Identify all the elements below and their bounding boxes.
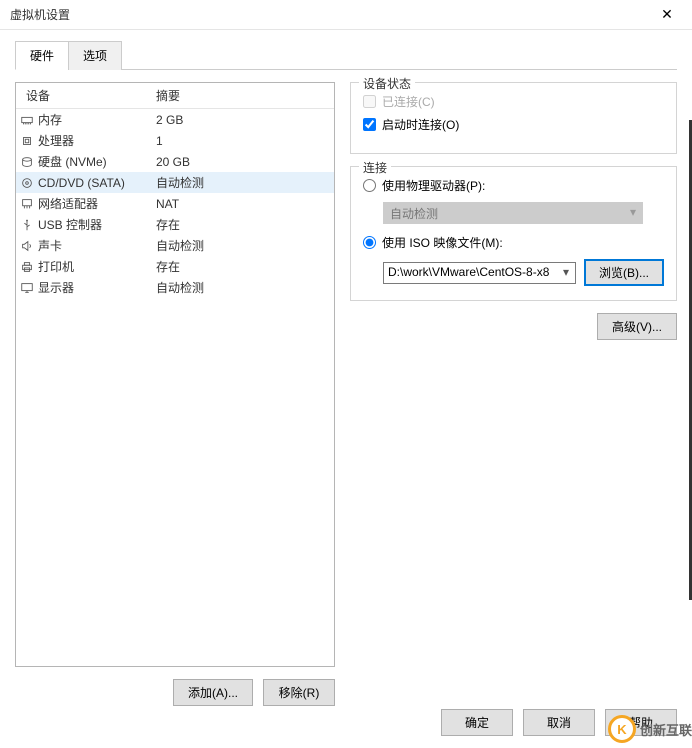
close-icon[interactable]: ✕ bbox=[652, 0, 682, 30]
list-label: 声卡 bbox=[38, 237, 156, 254]
disk-icon bbox=[16, 155, 38, 169]
connection-group: 连接 使用物理驱动器(P): 自动检测 使用 ISO 映像文件(M): D:\w… bbox=[350, 166, 677, 301]
list-item-cd[interactable]: CD/DVD (SATA) 自动检测 bbox=[16, 172, 334, 193]
iso-label: 使用 ISO 映像文件(M): bbox=[382, 234, 503, 251]
list-summary: 2 GB bbox=[156, 113, 334, 127]
list-summary: 1 bbox=[156, 134, 334, 148]
connection-legend: 连接 bbox=[359, 159, 391, 176]
list-summary: 自动检测 bbox=[156, 279, 334, 296]
watermark-icon: K bbox=[608, 715, 636, 743]
list-item-sound[interactable]: 声卡 自动检测 bbox=[16, 235, 334, 256]
list-label: 网络适配器 bbox=[38, 195, 156, 212]
list-label: 硬盘 (NVMe) bbox=[38, 153, 156, 170]
header-device[interactable]: 设备 bbox=[16, 87, 156, 104]
remove-button[interactable]: 移除(R) bbox=[263, 679, 335, 706]
window-title: 虚拟机设置 bbox=[10, 6, 70, 23]
connect-poweron-label: 启动时连接(O) bbox=[382, 116, 459, 133]
iso-path-dropdown[interactable]: D:\work\VMware\CentOS-8-x8 bbox=[383, 262, 576, 284]
list-label: USB 控制器 bbox=[38, 216, 156, 233]
connected-label: 已连接(C) bbox=[382, 93, 435, 110]
list-item-cpu[interactable]: 处理器 1 bbox=[16, 130, 334, 151]
list-header: 设备 摘要 bbox=[16, 83, 334, 109]
list-label: 打印机 bbox=[38, 258, 156, 275]
display-icon bbox=[16, 281, 38, 295]
advanced-button[interactable]: 高级(V)... bbox=[597, 313, 677, 340]
cancel-button[interactable]: 取消 bbox=[523, 709, 595, 736]
list-summary: NAT bbox=[156, 197, 334, 211]
usb-icon bbox=[16, 218, 38, 232]
sound-icon bbox=[16, 239, 38, 253]
list-item-disk[interactable]: 硬盘 (NVMe) 20 GB bbox=[16, 151, 334, 172]
list-item-usb[interactable]: USB 控制器 存在 bbox=[16, 214, 334, 235]
list-summary: 存在 bbox=[156, 216, 334, 233]
device-status-group: 设备状态 已连接(C) 启动时连接(O) bbox=[350, 82, 677, 154]
status-legend: 设备状态 bbox=[359, 75, 415, 92]
header-summary[interactable]: 摘要 bbox=[156, 87, 334, 104]
list-item-memory[interactable]: 内存 2 GB bbox=[16, 109, 334, 130]
add-button[interactable]: 添加(A)... bbox=[173, 679, 253, 706]
list-label: CD/DVD (SATA) bbox=[38, 176, 156, 190]
cd-icon bbox=[16, 176, 38, 190]
tabs: 硬件 选项 bbox=[15, 40, 677, 70]
physical-dropdown: 自动检测 bbox=[383, 202, 643, 224]
cpu-icon bbox=[16, 134, 38, 148]
list-label: 内存 bbox=[38, 111, 156, 128]
browse-button[interactable]: 浏览(B)... bbox=[584, 259, 664, 286]
list-summary: 自动检测 bbox=[156, 174, 334, 191]
watermark: K 创新互联 bbox=[608, 715, 692, 743]
physical-radio[interactable] bbox=[363, 179, 376, 192]
tab-options[interactable]: 选项 bbox=[68, 41, 122, 70]
list-summary: 自动检测 bbox=[156, 237, 334, 254]
connected-checkbox bbox=[363, 95, 376, 108]
printer-icon bbox=[16, 260, 38, 274]
network-icon bbox=[16, 197, 38, 211]
memory-icon bbox=[16, 113, 38, 127]
watermark-text: 创新互联 bbox=[640, 720, 692, 739]
tab-hardware[interactable]: 硬件 bbox=[15, 41, 69, 70]
iso-radio[interactable] bbox=[363, 236, 376, 249]
list-item-network[interactable]: 网络适配器 NAT bbox=[16, 193, 334, 214]
ok-button[interactable]: 确定 bbox=[441, 709, 513, 736]
list-label: 显示器 bbox=[38, 279, 156, 296]
device-list: 设备 摘要 内存 2 GB 处理器 1 硬盘 (NVMe) 20 GB bbox=[15, 82, 335, 667]
list-summary: 20 GB bbox=[156, 155, 334, 169]
list-item-printer[interactable]: 打印机 存在 bbox=[16, 256, 334, 277]
list-label: 处理器 bbox=[38, 132, 156, 149]
connect-poweron-checkbox[interactable] bbox=[363, 118, 376, 131]
list-item-display[interactable]: 显示器 自动检测 bbox=[16, 277, 334, 298]
list-summary: 存在 bbox=[156, 258, 334, 275]
physical-label: 使用物理驱动器(P): bbox=[382, 177, 485, 194]
